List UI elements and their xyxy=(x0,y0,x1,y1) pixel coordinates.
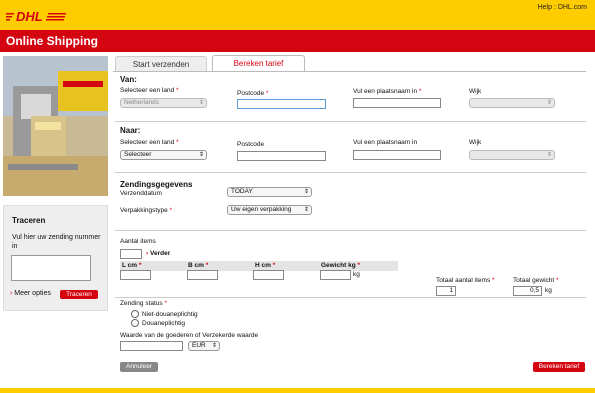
shipment-section-title: Zendingsgegevens xyxy=(120,180,193,189)
chevron-icon: ⇕ xyxy=(198,152,204,158)
to-district-select[interactable]: ⇕ xyxy=(469,150,555,160)
weight-unit: kg xyxy=(353,271,360,278)
tab-divider xyxy=(113,71,586,72)
tab-start-shipping[interactable]: Start verzenden xyxy=(115,56,207,71)
from-postcode-input[interactable] xyxy=(237,99,326,109)
ship-date-label: Verzenddatum xyxy=(120,190,162,197)
from-country-select[interactable]: Netherlands ⇕ xyxy=(120,98,207,108)
ship-date-select[interactable]: TODAY ⇕ xyxy=(227,187,312,197)
goods-value-label: Waarde van de goederen of Verzekerde waa… xyxy=(120,332,259,339)
from-city-label: Vul een plaatsnaam in * xyxy=(353,88,422,95)
non-dutiable-label: Niet-douaneplichtig xyxy=(142,311,198,318)
packaging-select[interactable]: Uw eigen verpakking ⇕ xyxy=(227,205,312,215)
to-postcode-input[interactable] xyxy=(237,151,326,161)
divider xyxy=(115,121,586,122)
item-count-input[interactable] xyxy=(120,249,142,259)
tracking-panel: Traceren Vul hier uw zending nummer in ›… xyxy=(3,205,108,311)
from-district-select[interactable]: ⇕ xyxy=(469,98,555,108)
chevron-icon: ⇕ xyxy=(198,100,204,106)
total-weight-label: Totaal gewicht * xyxy=(513,277,559,284)
weight-col: Gewicht kg * xyxy=(321,262,361,269)
width-col: B cm * xyxy=(188,262,209,269)
to-country-select[interactable]: Selecteer ⇕ xyxy=(120,150,207,160)
from-section-title: Van: xyxy=(120,75,137,84)
more-options-link[interactable]: › Meer opties xyxy=(10,290,51,297)
divider xyxy=(115,297,586,298)
height-col: H cm * xyxy=(255,262,276,269)
tracking-instructions: Vul hier uw zending nummer in xyxy=(12,234,101,250)
to-country-label: Selecteer een land * xyxy=(120,139,179,146)
item-count-label: Aantal items xyxy=(120,238,156,245)
currency-select[interactable]: EUR ⇕ xyxy=(188,341,220,351)
app-title: Online Shipping xyxy=(6,34,98,48)
weight-input[interactable] xyxy=(320,270,351,280)
tracking-title: Traceren xyxy=(12,216,46,225)
bottom-bar xyxy=(0,388,595,393)
height-input[interactable] xyxy=(253,270,284,280)
chevron-icon: ⇕ xyxy=(303,189,309,195)
total-items-label: Totaal aantal items * xyxy=(436,277,495,284)
dhl-logo[interactable]: DHL xyxy=(6,9,68,23)
packaging-label: Verpakkingstype * xyxy=(120,207,173,214)
length-col: L cm * xyxy=(122,262,142,269)
from-country-label: Selecteer een land * xyxy=(120,87,179,94)
chevron-icon: ⇕ xyxy=(546,100,552,106)
to-postcode-label: Postcode xyxy=(237,141,265,148)
to-district-label: Wijk xyxy=(469,139,482,146)
from-district-label: Wijk xyxy=(469,88,482,95)
non-dutiable-radio[interactable] xyxy=(131,310,139,318)
shipment-status-label: Zending status * xyxy=(120,300,167,307)
top-bar xyxy=(0,0,595,30)
to-section-title: Naar: xyxy=(120,126,141,135)
total-weight-input[interactable]: 0,5 xyxy=(513,286,542,296)
track-button[interactable]: Traceren xyxy=(60,290,98,299)
to-city-input[interactable] xyxy=(353,150,441,160)
total-weight-unit: kg xyxy=(545,287,552,294)
chevron-icon: ⇕ xyxy=(211,343,217,349)
hero-image xyxy=(3,56,108,196)
total-items-input[interactable]: 1 xyxy=(436,286,456,296)
from-postcode-label: Postcode * xyxy=(237,90,269,97)
divider xyxy=(115,230,586,231)
chevron-icon: ⇕ xyxy=(546,152,552,158)
help-link[interactable]: Help : DHL.com xyxy=(538,4,587,11)
dutiable-radio[interactable] xyxy=(131,319,139,327)
calculate-rate-button[interactable]: Bereken tarief xyxy=(533,362,585,372)
continue-link[interactable]: › Verder xyxy=(146,250,170,257)
cancel-button[interactable]: Annuleer xyxy=(120,362,158,372)
length-input[interactable] xyxy=(120,270,151,280)
to-city-label: Vul een plaatsnaam in xyxy=(353,139,418,146)
from-city-input[interactable] xyxy=(353,98,441,108)
goods-value-input[interactable] xyxy=(120,341,183,351)
tab-calculate-rate[interactable]: Bereken tarief xyxy=(212,55,305,71)
divider xyxy=(115,172,586,173)
dutiable-label: Douaneplichtig xyxy=(142,320,186,327)
logo-text: DHL xyxy=(16,9,43,23)
width-input[interactable] xyxy=(187,270,218,280)
tracking-number-input[interactable] xyxy=(11,255,91,281)
chevron-icon: ⇕ xyxy=(303,207,309,213)
